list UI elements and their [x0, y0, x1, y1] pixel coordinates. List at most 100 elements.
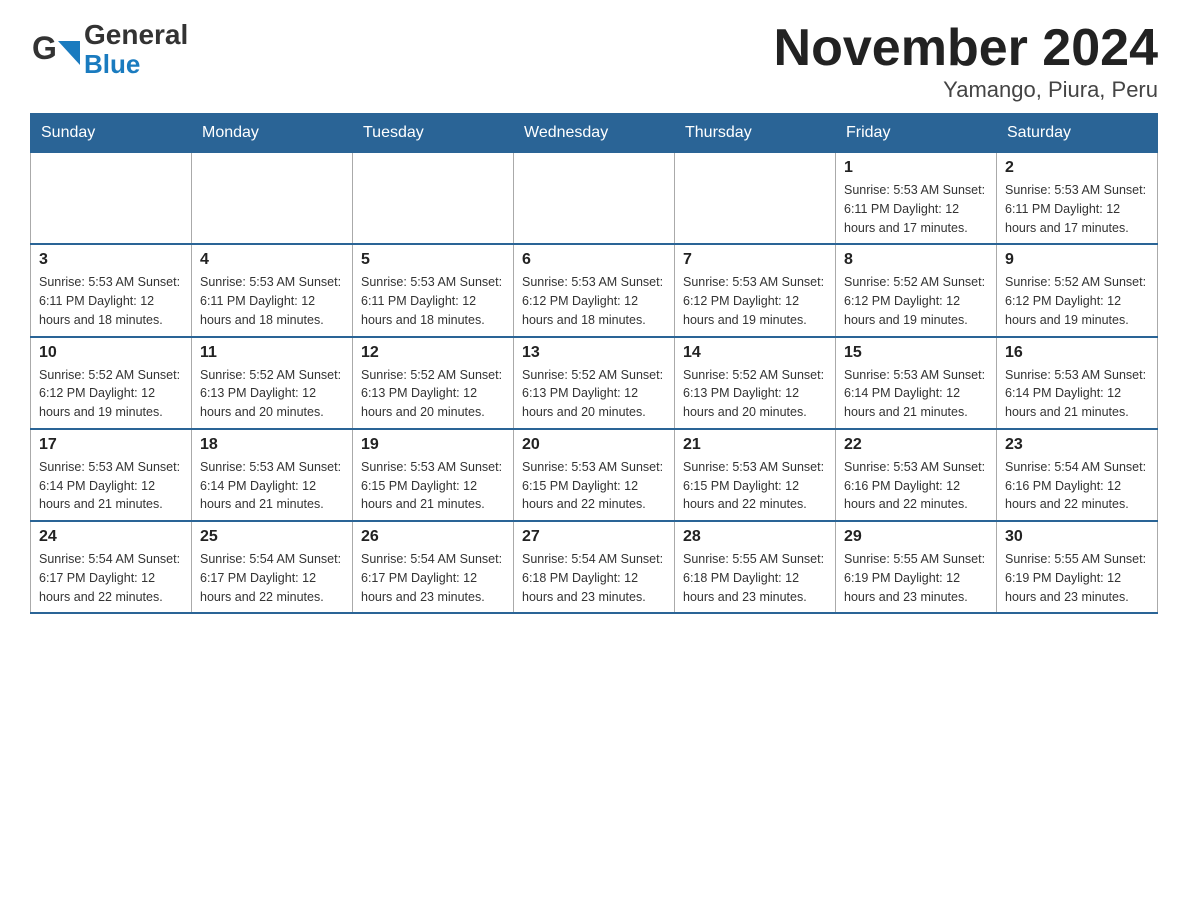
calendar-cell: 13 Sunrise: 5:52 AM Sunset: 6:13 PM Dayli…	[514, 337, 675, 429]
day-number: 1	[844, 159, 988, 177]
week-row-1: 1 Sunrise: 5:53 AM Sunset: 6:11 PM Daylig…	[31, 153, 1158, 245]
calendar-cell: 12 Sunrise: 5:52 AM Sunset: 6:13 PM Dayli…	[353, 337, 514, 429]
day-info: Sunrise: 5:53 AM Sunset: 6:16 PM Dayligh…	[844, 458, 988, 514]
day-info: Sunrise: 5:53 AM Sunset: 6:15 PM Dayligh…	[683, 458, 827, 514]
week-row-3: 10 Sunrise: 5:52 AM Sunset: 6:12 PM Dayli…	[31, 337, 1158, 429]
day-info: Sunrise: 5:55 AM Sunset: 6:19 PM Dayligh…	[1005, 550, 1149, 606]
day-number: 16	[1005, 344, 1149, 362]
day-info: Sunrise: 5:54 AM Sunset: 6:17 PM Dayligh…	[39, 550, 183, 606]
calendar-cell: 23 Sunrise: 5:54 AM Sunset: 6:16 PM Dayli…	[997, 429, 1158, 521]
day-info: Sunrise: 5:53 AM Sunset: 6:11 PM Dayligh…	[844, 181, 988, 237]
day-info: Sunrise: 5:53 AM Sunset: 6:11 PM Dayligh…	[1005, 181, 1149, 237]
day-number: 11	[200, 344, 344, 362]
day-info: Sunrise: 5:53 AM Sunset: 6:11 PM Dayligh…	[361, 273, 505, 329]
day-number: 5	[361, 251, 505, 269]
logo-icon: G	[30, 23, 80, 73]
day-number: 4	[200, 251, 344, 269]
calendar-cell: 14Sunrise: 5:52 AM Sunset: 6:13 PM Dayli…	[675, 337, 836, 429]
calendar-cell: 6 Sunrise: 5:53 AM Sunset: 6:12 PM Daylig…	[514, 244, 675, 336]
header-thursday: Thursday	[675, 114, 836, 153]
week-row-2: 3 Sunrise: 5:53 AM Sunset: 6:11 PM Daylig…	[31, 244, 1158, 336]
calendar-cell: 29 Sunrise: 5:55 AM Sunset: 6:19 PM Dayli…	[836, 521, 997, 613]
page-header: G General Blue November 2024 Yamango, Pi…	[30, 20, 1158, 103]
calendar-cell	[514, 153, 675, 245]
header-friday: Friday	[836, 114, 997, 153]
calendar-cell: 24 Sunrise: 5:54 AM Sunset: 6:17 PM Dayli…	[31, 521, 192, 613]
day-number: 10	[39, 344, 183, 362]
day-info: Sunrise: 5:52 AM Sunset: 6:12 PM Dayligh…	[1005, 273, 1149, 329]
day-info: Sunrise: 5:53 AM Sunset: 6:12 PM Dayligh…	[522, 273, 666, 329]
day-info: Sunrise: 5:53 AM Sunset: 6:15 PM Dayligh…	[361, 458, 505, 514]
header-monday: Monday	[192, 114, 353, 153]
day-info: Sunrise: 5:53 AM Sunset: 6:15 PM Dayligh…	[522, 458, 666, 514]
header-sunday: Sunday	[31, 114, 192, 153]
day-info: Sunrise: 5:55 AM Sunset: 6:18 PM Dayligh…	[683, 550, 827, 606]
day-number: 21	[683, 436, 827, 454]
day-number: 7	[683, 251, 827, 269]
day-info: Sunrise: 5:53 AM Sunset: 6:14 PM Dayligh…	[844, 366, 988, 422]
calendar-cell: 30 Sunrise: 5:55 AM Sunset: 6:19 PM Dayli…	[997, 521, 1158, 613]
header-wednesday: Wednesday	[514, 114, 675, 153]
day-info: Sunrise: 5:54 AM Sunset: 6:18 PM Dayligh…	[522, 550, 666, 606]
day-info: Sunrise: 5:52 AM Sunset: 6:13 PM Dayligh…	[200, 366, 344, 422]
day-number: 30	[1005, 528, 1149, 546]
logo-general-text: General	[84, 20, 188, 51]
day-number: 12	[361, 344, 505, 362]
day-info: Sunrise: 5:53 AM Sunset: 6:14 PM Dayligh…	[39, 458, 183, 514]
calendar-cell: 17Sunrise: 5:53 AM Sunset: 6:14 PM Dayli…	[31, 429, 192, 521]
calendar-cell: 5 Sunrise: 5:53 AM Sunset: 6:11 PM Daylig…	[353, 244, 514, 336]
day-number: 24	[39, 528, 183, 546]
day-number: 15	[844, 344, 988, 362]
day-number: 3	[39, 251, 183, 269]
day-info: Sunrise: 5:54 AM Sunset: 6:17 PM Dayligh…	[361, 550, 505, 606]
logo-blue-text: Blue	[84, 51, 188, 77]
day-number: 18	[200, 436, 344, 454]
calendar-cell: 25Sunrise: 5:54 AM Sunset: 6:17 PM Dayli…	[192, 521, 353, 613]
calendar-subtitle: Yamango, Piura, Peru	[774, 77, 1158, 103]
calendar-cell: 2Sunrise: 5:53 AM Sunset: 6:11 PM Daylig…	[997, 153, 1158, 245]
day-info: Sunrise: 5:52 AM Sunset: 6:12 PM Dayligh…	[39, 366, 183, 422]
calendar-cell: 27Sunrise: 5:54 AM Sunset: 6:18 PM Dayli…	[514, 521, 675, 613]
header-tuesday: Tuesday	[353, 114, 514, 153]
calendar-cell: 18 Sunrise: 5:53 AM Sunset: 6:14 PM Dayli…	[192, 429, 353, 521]
calendar-cell: 8 Sunrise: 5:52 AM Sunset: 6:12 PM Daylig…	[836, 244, 997, 336]
day-info: Sunrise: 5:55 AM Sunset: 6:19 PM Dayligh…	[844, 550, 988, 606]
calendar-cell: 28 Sunrise: 5:55 AM Sunset: 6:18 PM Dayli…	[675, 521, 836, 613]
calendar-cell: 20 Sunrise: 5:53 AM Sunset: 6:15 PM Dayli…	[514, 429, 675, 521]
day-info: Sunrise: 5:52 AM Sunset: 6:13 PM Dayligh…	[361, 366, 505, 422]
calendar-body: 1 Sunrise: 5:53 AM Sunset: 6:11 PM Daylig…	[31, 153, 1158, 614]
logo: G General Blue	[30, 20, 188, 77]
calendar-cell: 22Sunrise: 5:53 AM Sunset: 6:16 PM Dayli…	[836, 429, 997, 521]
day-number: 13	[522, 344, 666, 362]
days-of-week-row: SundayMondayTuesdayWednesdayThursdayFrid…	[31, 114, 1158, 153]
title-block: November 2024 Yamango, Piura, Peru	[774, 20, 1158, 103]
calendar-cell: 10 Sunrise: 5:52 AM Sunset: 6:12 PM Dayli…	[31, 337, 192, 429]
day-number: 8	[844, 251, 988, 269]
day-info: Sunrise: 5:52 AM Sunset: 6:12 PM Dayligh…	[844, 273, 988, 329]
day-number: 25	[200, 528, 344, 546]
day-info: Sunrise: 5:53 AM Sunset: 6:12 PM Dayligh…	[683, 273, 827, 329]
calendar-cell: 15 Sunrise: 5:53 AM Sunset: 6:14 PM Dayli…	[836, 337, 997, 429]
day-number: 20	[522, 436, 666, 454]
week-row-5: 24 Sunrise: 5:54 AM Sunset: 6:17 PM Dayli…	[31, 521, 1158, 613]
day-info: Sunrise: 5:53 AM Sunset: 6:14 PM Dayligh…	[200, 458, 344, 514]
day-info: Sunrise: 5:53 AM Sunset: 6:14 PM Dayligh…	[1005, 366, 1149, 422]
calendar-cell: 19 Sunrise: 5:53 AM Sunset: 6:15 PM Dayli…	[353, 429, 514, 521]
day-number: 19	[361, 436, 505, 454]
day-number: 26	[361, 528, 505, 546]
week-row-4: 17Sunrise: 5:53 AM Sunset: 6:14 PM Dayli…	[31, 429, 1158, 521]
calendar-cell: 3Sunrise: 5:53 AM Sunset: 6:11 PM Daylig…	[31, 244, 192, 336]
day-number: 6	[522, 251, 666, 269]
logo-text: General Blue	[84, 20, 188, 77]
day-info: Sunrise: 5:52 AM Sunset: 6:13 PM Dayligh…	[522, 366, 666, 422]
calendar-cell: 4Sunrise: 5:53 AM Sunset: 6:11 PM Daylig…	[192, 244, 353, 336]
day-number: 23	[1005, 436, 1149, 454]
day-number: 9	[1005, 251, 1149, 269]
day-number: 28	[683, 528, 827, 546]
day-number: 14	[683, 344, 827, 362]
calendar-cell: 16 Sunrise: 5:53 AM Sunset: 6:14 PM Dayli…	[997, 337, 1158, 429]
day-info: Sunrise: 5:54 AM Sunset: 6:16 PM Dayligh…	[1005, 458, 1149, 514]
calendar-cell	[192, 153, 353, 245]
day-number: 29	[844, 528, 988, 546]
calendar-cell: 11 Sunrise: 5:52 AM Sunset: 6:13 PM Dayli…	[192, 337, 353, 429]
